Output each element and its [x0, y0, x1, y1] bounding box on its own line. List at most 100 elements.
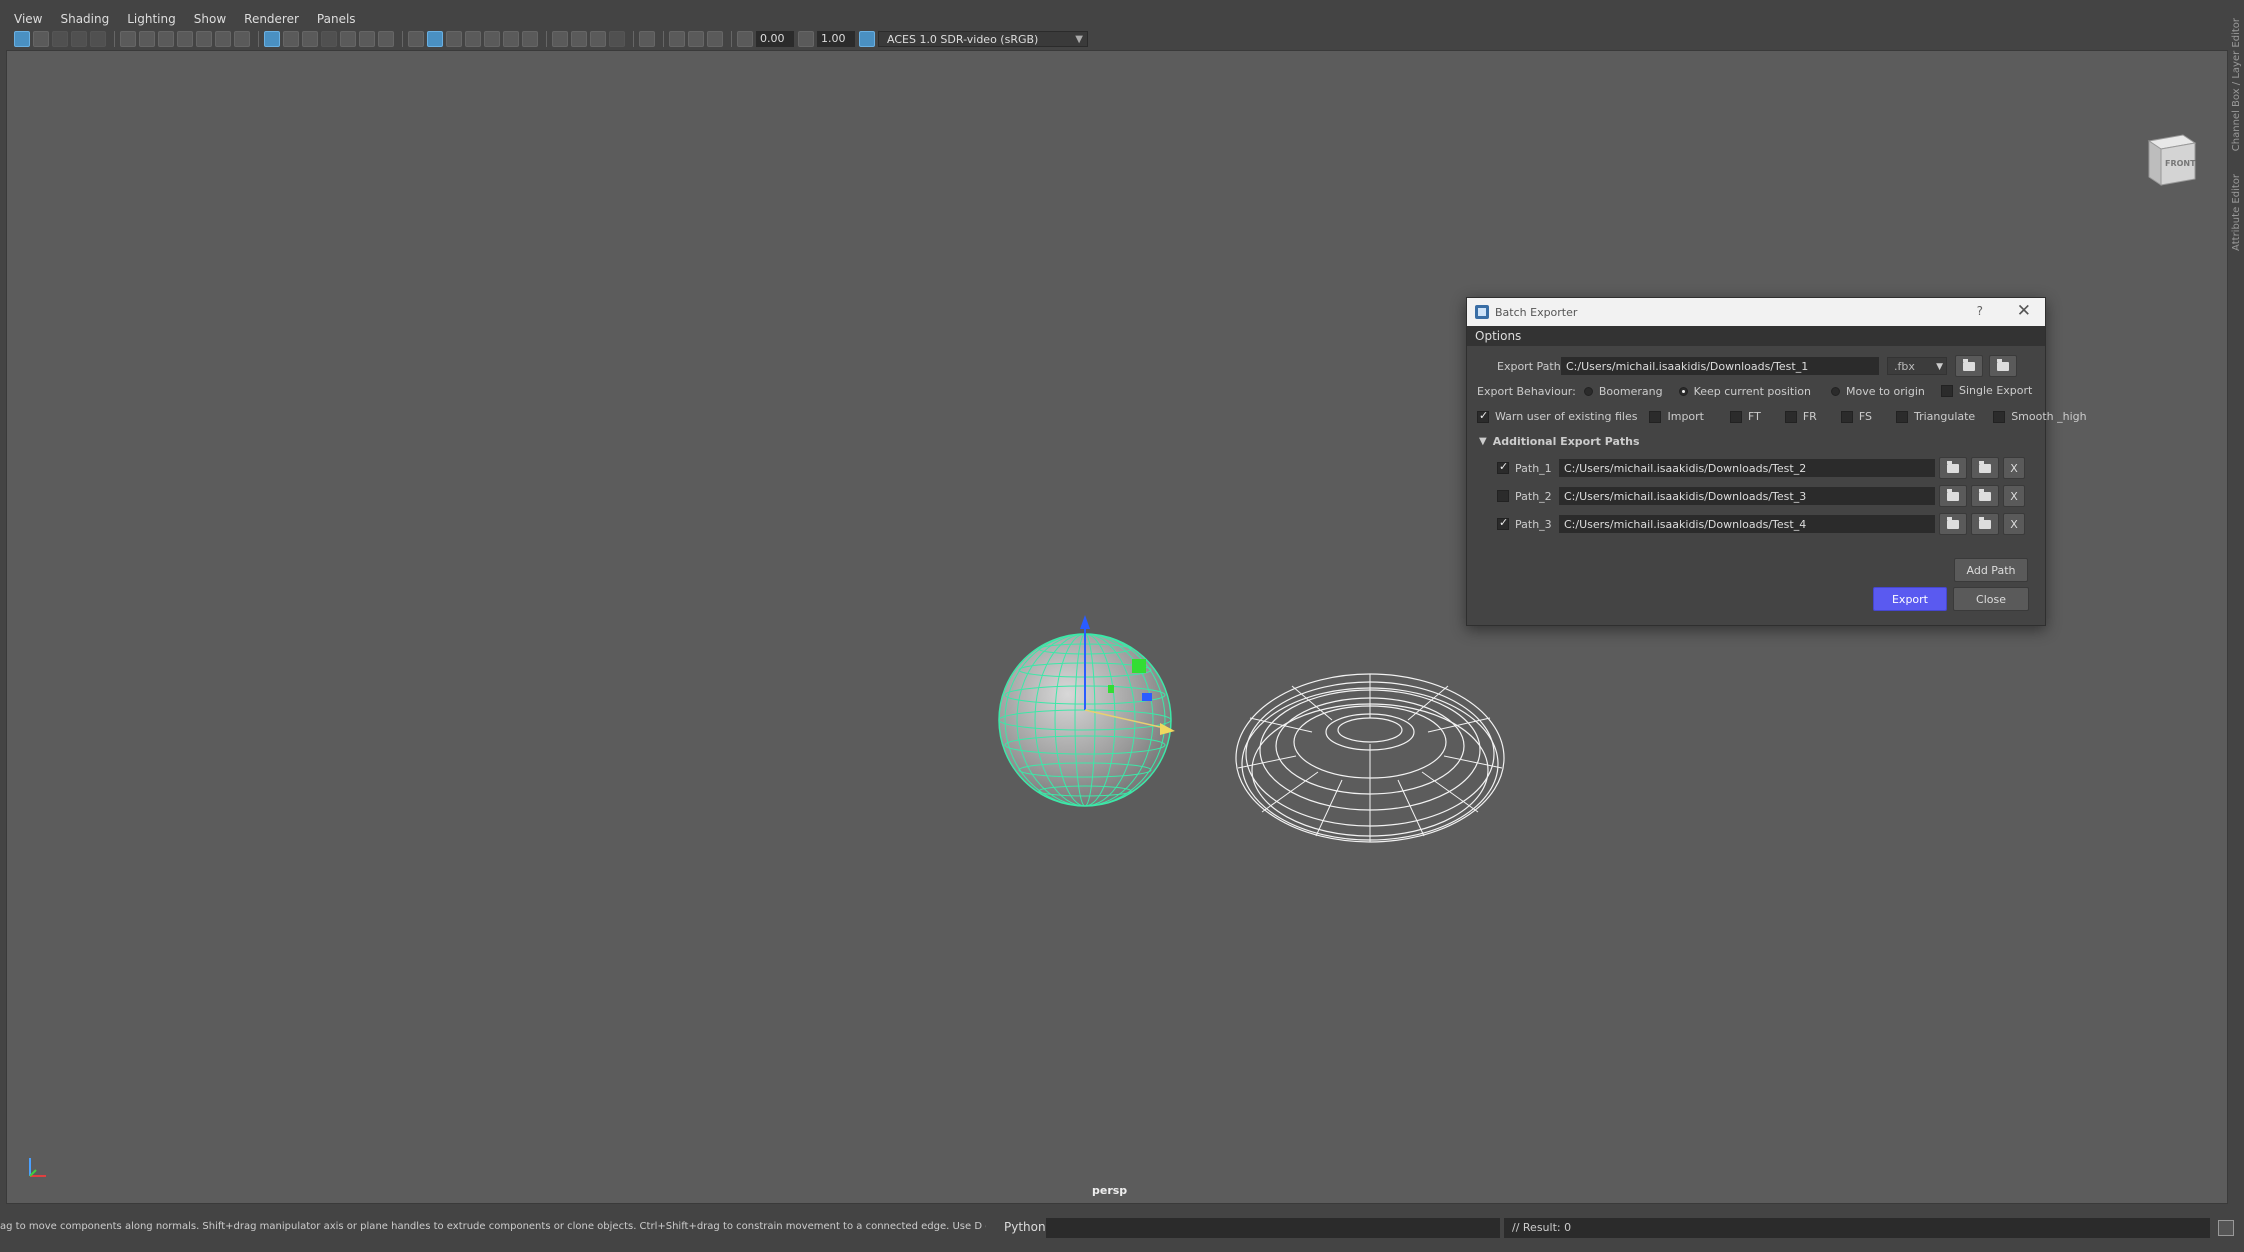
grid-icon[interactable]: [264, 31, 280, 47]
pixel-aspect-icon[interactable]: [378, 31, 394, 47]
two-d-pan-icon[interactable]: [90, 31, 106, 47]
single-export-checkbox[interactable]: [1941, 384, 1953, 397]
use-lights-icon[interactable]: [503, 31, 519, 47]
field-chart-icon[interactable]: [321, 31, 337, 47]
wireframe-on-shaded-icon[interactable]: [465, 31, 481, 47]
help-button[interactable]: ?: [1977, 304, 1983, 318]
radio-keep-position-label: Keep current position: [1693, 385, 1811, 398]
script-language-label[interactable]: Python: [1004, 1220, 1046, 1234]
fs-checkbox[interactable]: [1840, 410, 1853, 423]
script-editor-icon[interactable]: [2218, 1220, 2234, 1236]
smooth-high-checkbox[interactable]: [1993, 410, 2006, 423]
path-2-remove-button[interactable]: X: [2003, 485, 2025, 507]
grease-pencil-icon[interactable]: [196, 31, 212, 47]
path-1-new-folder-button[interactable]: [1939, 457, 1967, 479]
format-dropdown[interactable]: .fbx ▼: [1887, 357, 1947, 375]
camera-lock-icon[interactable]: [120, 31, 136, 47]
film-gate-icon[interactable]: [158, 31, 174, 47]
torus-object[interactable]: [1232, 668, 1508, 848]
tab-channel-box[interactable]: Channel Box / Layer Editor: [2231, 18, 2242, 151]
path-3-browse-button[interactable]: [1971, 513, 1999, 535]
safe-title-icon[interactable]: [359, 31, 375, 47]
command-line-input[interactable]: [1046, 1218, 1500, 1238]
wireframe-icon[interactable]: [408, 31, 424, 47]
pencil-icon[interactable]: [234, 31, 250, 47]
command-result-field: // Result: 0: [1504, 1218, 2210, 1238]
depth-of-field-icon[interactable]: [609, 31, 625, 47]
exposure-field[interactable]: 0.00: [756, 31, 794, 47]
path-2-field[interactable]: C:/Users/michail.isaakidis/Downloads/Tes…: [1559, 487, 1935, 505]
export-path-label: Export Path:: [1497, 359, 1565, 373]
add-path-button[interactable]: Add Path: [1954, 558, 2028, 582]
resolution-gate-icon[interactable]: [283, 31, 299, 47]
camera-attributes-icon[interactable]: [33, 31, 49, 47]
bookmark-icon[interactable]: [177, 31, 193, 47]
path-3-remove-button[interactable]: X: [2003, 513, 2025, 535]
menu-panels[interactable]: Panels: [317, 12, 356, 26]
gamma-field[interactable]: 1.00: [817, 31, 855, 47]
dialog-titlebar[interactable]: Batch Exporter ? ✕: [1467, 298, 2045, 326]
xray-joints-icon[interactable]: [688, 31, 704, 47]
additional-paths-header[interactable]: ▼ Additional Export Paths: [1479, 435, 1640, 448]
path-2-browse-button[interactable]: [1971, 485, 1999, 507]
motion-blur-icon[interactable]: [571, 31, 587, 47]
export-button[interactable]: Export: [1873, 587, 1947, 611]
import-label: Import: [1667, 410, 1704, 423]
radio-move-to-origin[interactable]: [1831, 387, 1840, 396]
gamma-icon[interactable]: [798, 31, 814, 47]
smooth-shade-icon[interactable]: [427, 31, 443, 47]
shadows-icon[interactable]: [522, 31, 538, 47]
pan-zoom-icon[interactable]: [215, 31, 231, 47]
path-1-browse-button[interactable]: [1971, 457, 1999, 479]
exposure-icon[interactable]: [737, 31, 753, 47]
backface-culling-icon[interactable]: [707, 31, 723, 47]
path-3-new-folder-button[interactable]: [1939, 513, 1967, 535]
xray-icon[interactable]: [669, 31, 685, 47]
path-2-checkbox[interactable]: [1497, 490, 1509, 502]
close-icon[interactable]: ✕: [2017, 301, 2031, 321]
export-path-row: Export Path: C:/Users/michail.isaakidis/…: [1497, 355, 2017, 377]
textured-icon[interactable]: [484, 31, 500, 47]
menu-renderer[interactable]: Renderer: [244, 12, 299, 26]
warn-existing-checkbox[interactable]: [1477, 409, 1489, 423]
path-3-checkbox[interactable]: [1497, 516, 1509, 530]
path-2-new-folder-button[interactable]: [1939, 485, 1967, 507]
path-1-field[interactable]: C:/Users/michail.isaakidis/Downloads/Tes…: [1559, 459, 1935, 477]
screen-space-ao-icon[interactable]: [552, 31, 568, 47]
camera-label: persp: [1092, 1184, 1128, 1197]
isolate-select-icon[interactable]: [639, 31, 655, 47]
path-1-remove-button[interactable]: X: [2003, 457, 2025, 479]
menu-show[interactable]: Show: [194, 12, 226, 26]
fr-checkbox[interactable]: [1784, 410, 1797, 423]
view-transform-value: ACES 1.0 SDR-video (sRGB): [887, 33, 1039, 46]
import-checkbox[interactable]: [1649, 410, 1662, 423]
safe-action-icon[interactable]: [340, 31, 356, 47]
export-path-field[interactable]: C:/Users/michail.isaakidis/Downloads/Tes…: [1561, 357, 1879, 375]
triangulate-checkbox[interactable]: [1895, 410, 1908, 423]
path-3-field[interactable]: C:/Users/michail.isaakidis/Downloads/Tes…: [1559, 515, 1935, 533]
tab-attribute-editor[interactable]: Attribute Editor: [2231, 174, 2242, 251]
collapse-triangle-icon[interactable]: ▼: [1479, 436, 1487, 447]
bookmarks-icon[interactable]: [52, 31, 68, 47]
ft-checkbox[interactable]: [1730, 410, 1742, 423]
close-button[interactable]: Close: [1953, 587, 2029, 611]
radio-boomerang[interactable]: [1583, 387, 1593, 396]
toolbar-separator: [258, 31, 259, 47]
color-management-icon[interactable]: [859, 31, 875, 47]
select-camera-icon[interactable]: [14, 31, 30, 47]
path-1-checkbox[interactable]: [1497, 460, 1509, 474]
menu-view[interactable]: View: [14, 12, 42, 26]
browse-folder-button[interactable]: [1989, 355, 2017, 377]
view-transform-dropdown[interactable]: ACES 1.0 SDR-video (sRGB) ▼: [878, 31, 1088, 47]
camera-gate-icon[interactable]: [139, 31, 155, 47]
image-plane-icon[interactable]: [71, 31, 87, 47]
menu-lighting[interactable]: Lighting: [127, 12, 176, 26]
default-material-icon[interactable]: [446, 31, 462, 47]
selected-sphere[interactable]: [990, 615, 1210, 815]
gate-mask-icon[interactable]: [302, 31, 318, 47]
new-folder-button[interactable]: [1955, 355, 1983, 377]
viewcube[interactable]: FRONT: [2143, 131, 2197, 187]
radio-keep-current-position[interactable]: [1678, 387, 1688, 396]
anti-aliasing-icon[interactable]: [590, 31, 606, 47]
menu-shading[interactable]: Shading: [60, 12, 109, 26]
